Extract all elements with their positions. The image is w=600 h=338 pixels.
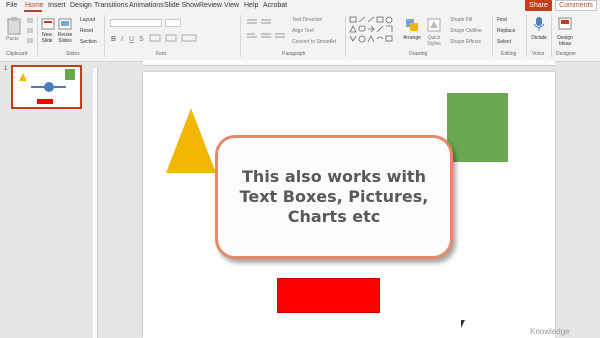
editing-group-label: Editing <box>501 51 517 57</box>
group-divider <box>551 15 552 57</box>
font-size-dropdown[interactable] <box>165 19 181 27</box>
arrange-label[interactable]: Arrange <box>401 35 423 41</box>
tab-slide-show[interactable]: Slide Show <box>164 1 199 11</box>
svg-text:S: S <box>139 36 144 43</box>
section-button[interactable]: Section <box>80 39 97 45</box>
drawing-group-label: Drawing <box>409 51 428 57</box>
group-divider <box>526 15 527 57</box>
comments-button[interactable]: Comments <box>555 0 597 11</box>
designer-group-label: Designer <box>556 51 577 57</box>
menu-bar: File Home Insert Design Transitions Anim… <box>0 0 600 12</box>
font-family-dropdown[interactable] <box>110 19 162 27</box>
comments-label: Comments <box>559 2 593 9</box>
tab-acrobat[interactable]: Acrobat <box>263 1 287 11</box>
reuse-slides-icon[interactable] <box>58 17 72 31</box>
clipboard-small-icons[interactable] <box>26 17 34 47</box>
tab-animations[interactable]: Animations <box>129 1 164 11</box>
group-divider <box>104 15 105 57</box>
red-rectangle-shape[interactable] <box>277 278 380 313</box>
tab-view[interactable]: View <box>224 1 239 11</box>
watermark-text: Knowledge <box>530 327 570 336</box>
paste-icon[interactable] <box>6 16 22 36</box>
yellow-triangle-shape[interactable] <box>166 108 216 173</box>
arrange-icon[interactable] <box>404 17 420 33</box>
mouse-cursor-icon <box>461 320 465 328</box>
slide-thumbnail[interactable] <box>11 65 82 109</box>
font-format-buttons[interactable]: B I U S <box>110 33 200 43</box>
thumbnail-preview <box>19 69 75 104</box>
select-button[interactable]: Select <box>497 39 511 45</box>
align-text-button[interactable]: Align Text <box>292 28 314 34</box>
horizontal-ruler <box>143 60 555 66</box>
quick-styles-icon[interactable] <box>427 17 441 33</box>
shape-fill-button[interactable]: Shape Fill <box>450 17 472 23</box>
group-divider <box>37 15 38 57</box>
share-button[interactable]: Share <box>525 0 552 11</box>
microphone-icon[interactable] <box>533 16 545 32</box>
tab-review[interactable]: Review <box>199 1 222 11</box>
design-ideas-icon[interactable] <box>558 16 572 32</box>
tab-insert[interactable]: Insert <box>48 1 66 11</box>
shape-effects-button[interactable]: Shape Effects <box>450 39 481 45</box>
callout-text: This also works with Text Boxes, Picture… <box>239 167 429 226</box>
layout-button[interactable]: Layout <box>80 17 95 23</box>
reuse-slides-label[interactable]: Reuse Slides <box>56 32 74 44</box>
callout-text-box[interactable]: This also works with Text Boxes, Picture… <box>215 135 453 259</box>
new-slide-label[interactable]: New Slide <box>39 32 55 44</box>
group-divider <box>492 15 493 57</box>
slides-group-label: Slides <box>66 51 80 57</box>
group-divider <box>345 15 346 57</box>
svg-text:U: U <box>129 36 134 43</box>
dictate-label[interactable]: Dictate <box>528 35 550 41</box>
font-group-label: Font <box>156 51 167 57</box>
paste-label[interactable]: Paste <box>6 36 19 42</box>
tab-file[interactable]: File <box>6 1 17 11</box>
reset-button[interactable]: Reset <box>80 28 93 34</box>
new-slide-icon[interactable] <box>41 17 55 31</box>
voice-group-label: Voice <box>532 51 545 57</box>
quick-styles-label[interactable]: Quick Styles <box>423 35 445 47</box>
svg-text:I: I <box>121 36 123 43</box>
find-button[interactable]: Find <box>497 17 507 23</box>
text-direction-button[interactable]: Text Direction <box>292 17 322 23</box>
group-divider <box>240 15 241 57</box>
slide-thumbnail-number: 1 <box>4 66 8 72</box>
shapes-gallery[interactable] <box>349 16 399 46</box>
replace-button[interactable]: Replace <box>497 28 515 34</box>
tab-help[interactable]: Help <box>244 1 258 11</box>
shape-outline-button[interactable]: Shape Outline <box>450 28 482 34</box>
ribbon: Paste Clipboard New Slide Reuse Slides L… <box>0 12 600 62</box>
design-ideas-label[interactable]: Design Ideas <box>553 35 577 47</box>
tab-transitions[interactable]: Transitions <box>94 1 128 11</box>
tab-design[interactable]: Design <box>70 1 92 11</box>
paragraph-group-label: Paragraph <box>282 51 306 57</box>
vertical-ruler <box>93 68 98 338</box>
paragraph-buttons[interactable] <box>245 17 287 45</box>
green-square-shape[interactable] <box>447 93 508 162</box>
share-label: Share <box>529 2 548 9</box>
convert-smartart-button[interactable]: Convert to SmartArt <box>292 39 336 45</box>
clipboard-group-label: Clipboard <box>6 51 28 57</box>
svg-text:B: B <box>111 36 116 43</box>
